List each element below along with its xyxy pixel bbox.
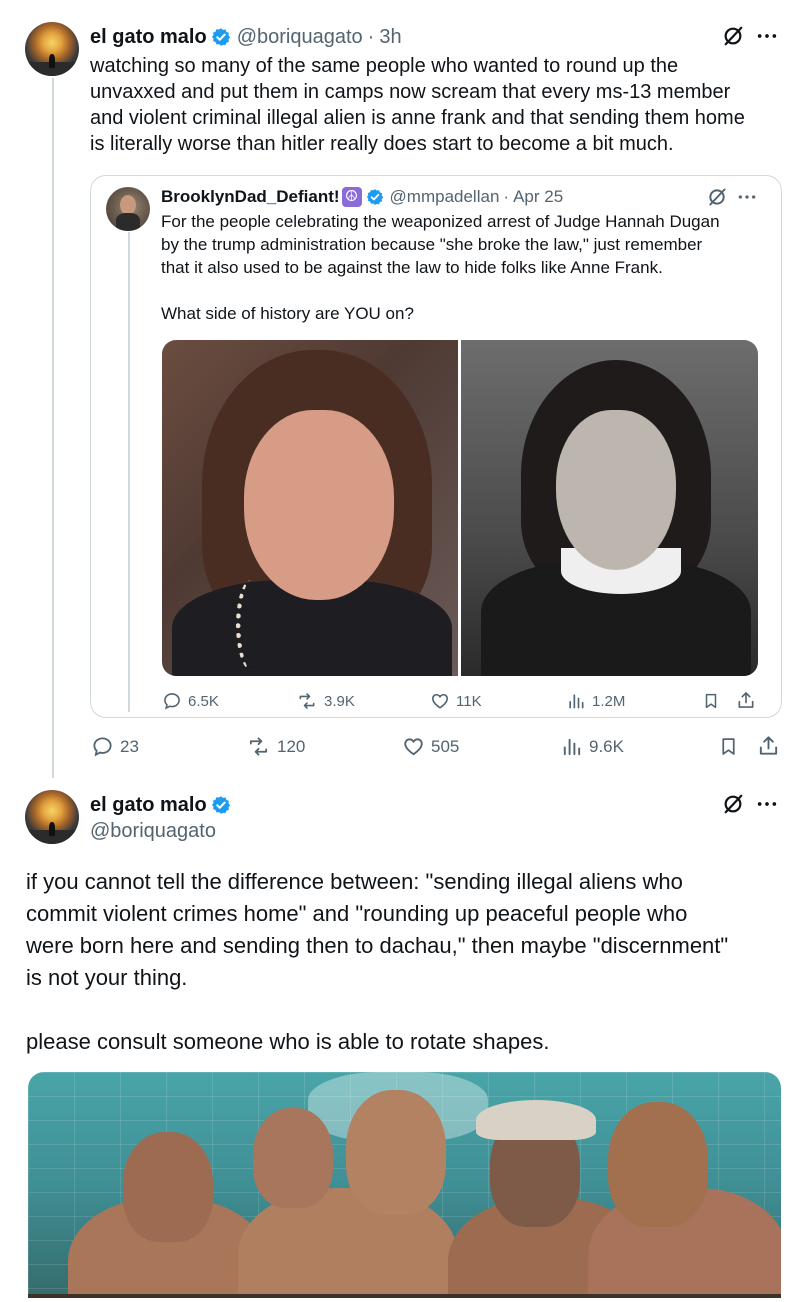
share-icon[interactable] xyxy=(736,690,756,710)
quoted-tweet-text: For the people celebrating the weaponize… xyxy=(161,212,720,323)
verified-badge-icon xyxy=(366,189,383,205)
reply-button[interactable]: 23 xyxy=(91,735,139,758)
timestamp[interactable]: 3h xyxy=(379,26,401,49)
peace-emoji: ☮ xyxy=(341,187,362,207)
display-name[interactable]: el gato malo xyxy=(90,794,207,817)
timestamp[interactable]: Apr 25 xyxy=(513,187,563,207)
attached-photo[interactable] xyxy=(28,1072,781,1298)
quoted-photo-left[interactable] xyxy=(162,340,458,676)
share-icon[interactable] xyxy=(757,734,780,757)
handle[interactable]: @boriquagato xyxy=(237,26,363,49)
reply-icon xyxy=(164,693,180,710)
display-name[interactable]: el gato malo xyxy=(90,26,207,49)
grok-icon[interactable] xyxy=(722,793,744,815)
views-button[interactable]: 9.6K xyxy=(560,735,624,758)
tweet-text: watching so many of the same people who … xyxy=(90,55,745,155)
thread-line xyxy=(52,78,54,778)
like-icon xyxy=(404,738,423,756)
quoted-photo-right[interactable] xyxy=(461,340,758,676)
avatar[interactable] xyxy=(106,187,150,231)
more-horizontal-icon[interactable] xyxy=(756,794,778,814)
quote-like-button[interactable]: 11K xyxy=(430,691,482,711)
verified-badge-icon xyxy=(211,796,230,814)
bookmark-icon[interactable] xyxy=(718,735,739,758)
separator-dot: · xyxy=(503,187,510,206)
grok-icon[interactable] xyxy=(722,25,744,47)
handle[interactable]: @boriquagato xyxy=(90,820,216,843)
avatar[interactable] xyxy=(25,22,79,76)
quote-reply-button[interactable]: 6.5K xyxy=(162,691,219,711)
more-horizontal-icon[interactable] xyxy=(737,188,757,206)
views-icon xyxy=(569,694,584,709)
avatar[interactable] xyxy=(25,790,79,844)
quote-header: BrooklynDad_Defiant! ☮ @mmpadellan · Apr… xyxy=(161,186,563,208)
handle[interactable]: @mmpadellan xyxy=(390,187,500,207)
tweet-text: if you cannot tell the difference betwee… xyxy=(26,869,729,1054)
quote-views-button[interactable]: 1.2M xyxy=(566,691,625,711)
separator-dot: · xyxy=(367,25,375,48)
repost-icon xyxy=(299,693,315,709)
display-name[interactable]: BrooklynDad_Defiant! xyxy=(161,187,340,207)
tweet-header: el gato malo xyxy=(90,792,237,818)
like-button[interactable]: 505 xyxy=(402,735,459,758)
like-icon xyxy=(432,693,448,709)
repost-button[interactable]: 120 xyxy=(246,735,305,758)
views-icon xyxy=(563,738,581,756)
tweet-header: el gato malo @boriquagato · 3h xyxy=(90,24,402,50)
grok-icon[interactable] xyxy=(707,187,727,207)
more-horizontal-icon[interactable] xyxy=(756,26,778,46)
quote-thread-line xyxy=(128,232,130,712)
verified-badge-icon xyxy=(211,28,230,46)
bookmark-icon[interactable] xyxy=(702,691,720,711)
handle-row: @boriquagato xyxy=(90,818,216,844)
repost-icon xyxy=(249,737,268,756)
quote-repost-button[interactable]: 3.9K xyxy=(296,691,355,711)
reply-icon xyxy=(93,737,112,757)
